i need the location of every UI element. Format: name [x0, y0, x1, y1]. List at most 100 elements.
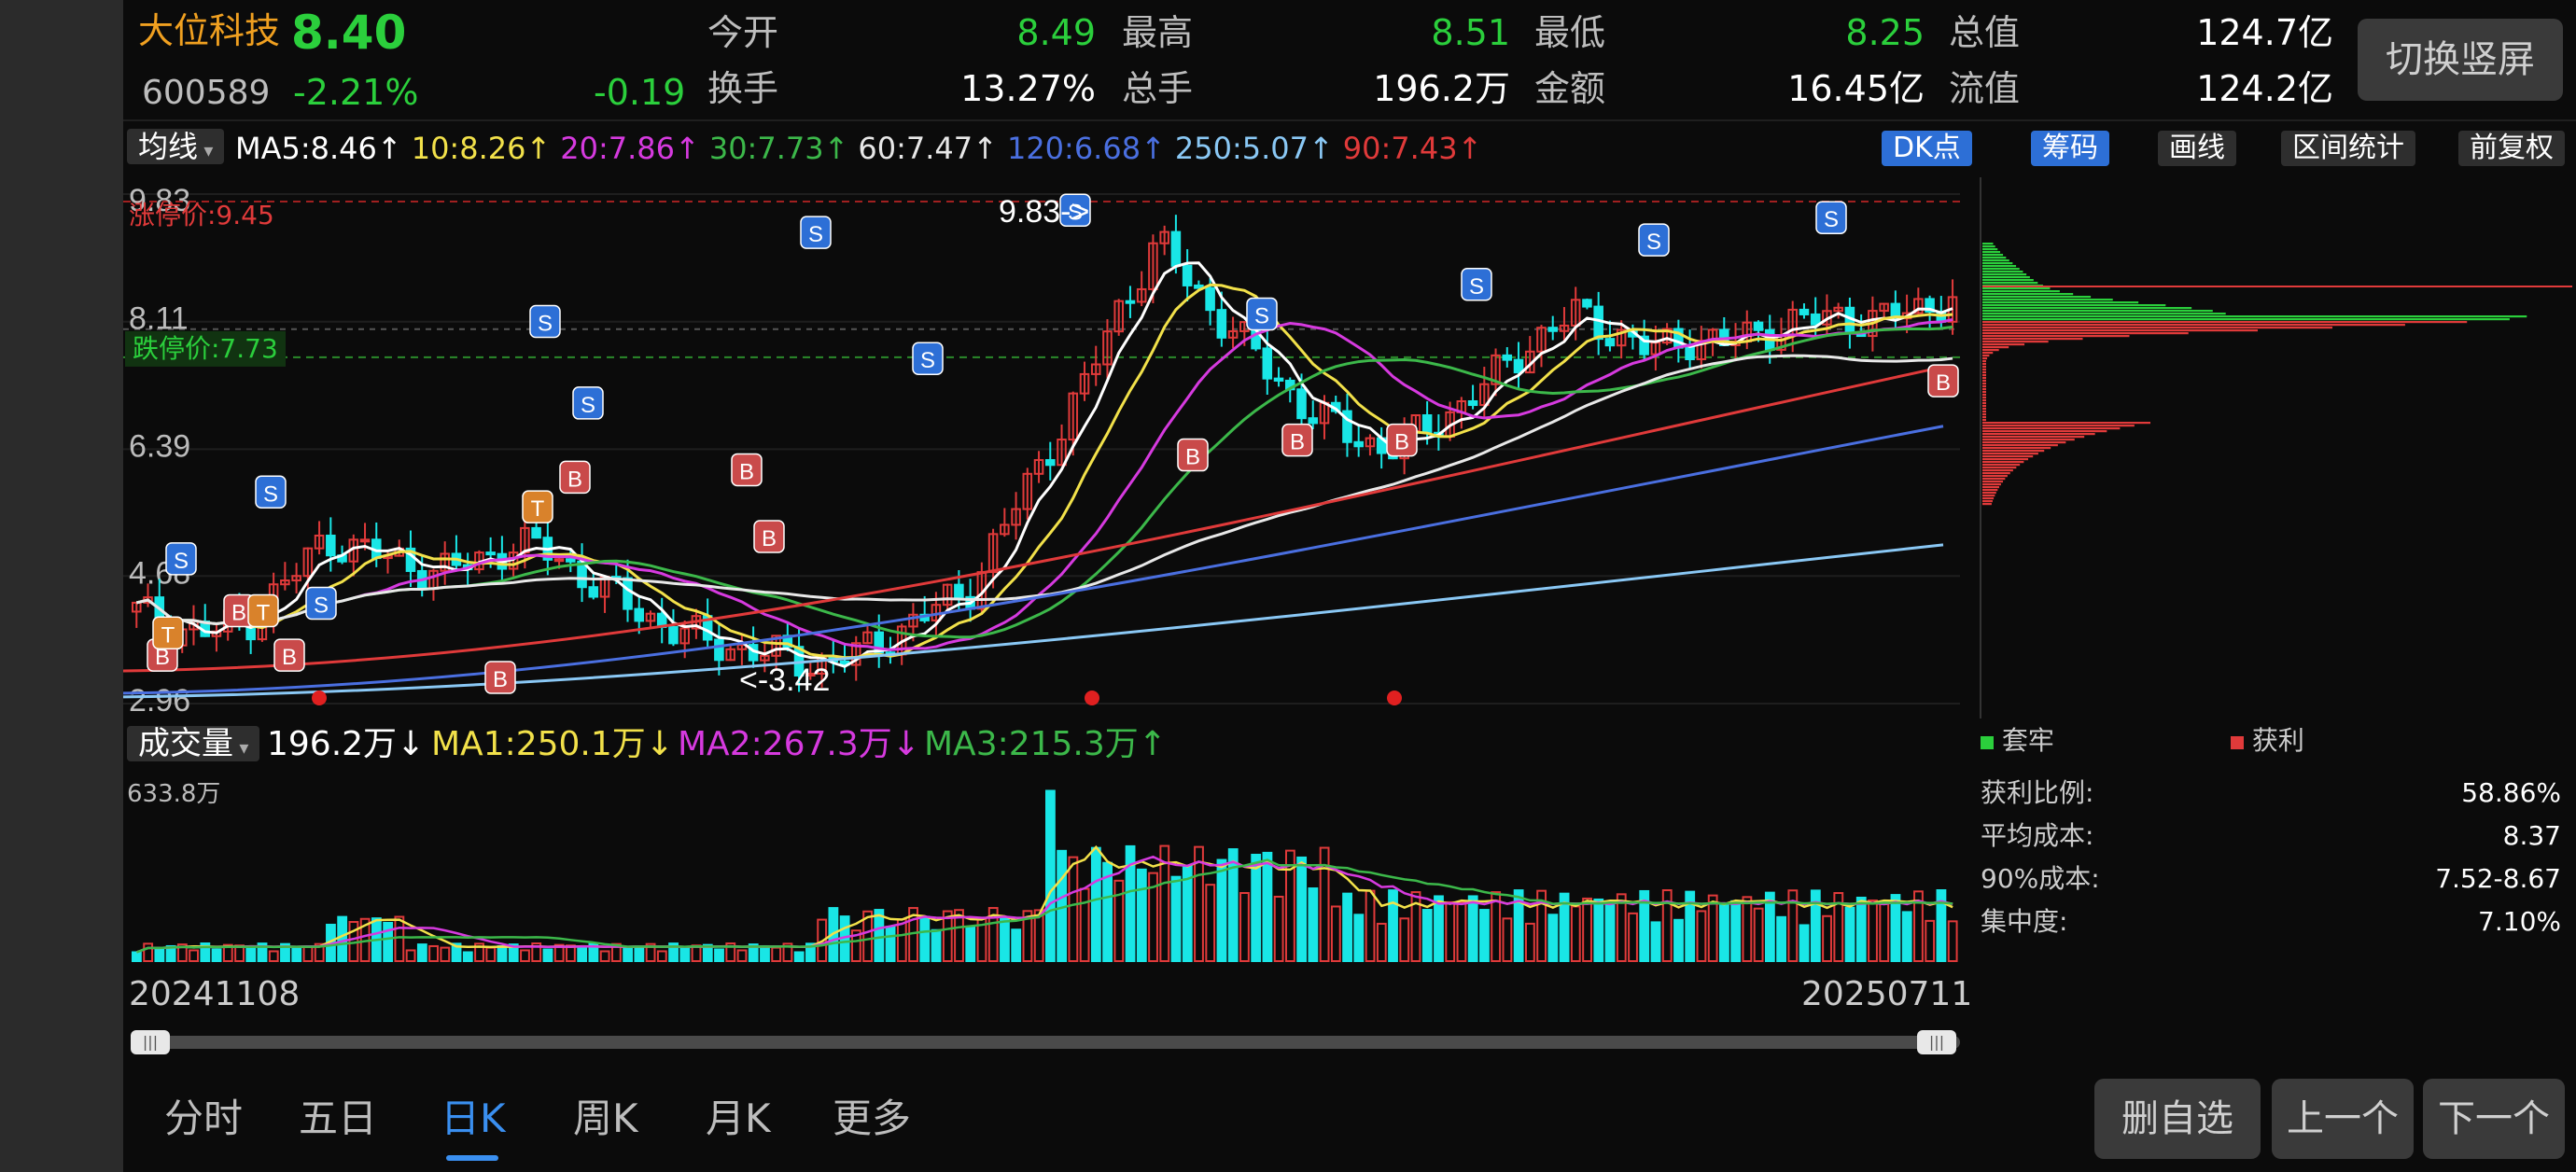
switch-portrait-button[interactable]: 切换竖屏	[2358, 19, 2563, 101]
signal-S-icon[interactable]: S	[800, 216, 832, 249]
signal-S-icon[interactable]: S	[165, 542, 197, 576]
signal-B-icon[interactable]: B	[273, 638, 305, 672]
signal-S-icon[interactable]: S	[305, 586, 337, 621]
signal-T-icon[interactable]: T	[247, 593, 279, 628]
tab-3[interactable]: 周K	[573, 1099, 638, 1138]
volume-bar	[302, 945, 314, 963]
svg-text:B: B	[762, 526, 777, 551]
volume-bar	[394, 915, 405, 962]
chip-bar	[1982, 251, 2001, 254]
signal-T-icon[interactable]: T	[152, 616, 184, 650]
chip-bar	[1982, 293, 2074, 296]
chip-bar	[1982, 436, 2085, 439]
signal-B-icon[interactable]: B	[559, 460, 591, 495]
signal-B-icon[interactable]: B	[1927, 364, 1959, 398]
signal-B-icon[interactable]: B	[753, 520, 785, 553]
limit-down-label: 跌停价:7.73	[133, 333, 278, 364]
candle-body	[1182, 264, 1193, 286]
volume-bar	[714, 948, 724, 962]
chip-bar	[1982, 366, 1986, 369]
range-left-handle[interactable]: |||	[131, 1030, 170, 1054]
signal-B-icon[interactable]: B	[1386, 423, 1418, 457]
candlestick-chart[interactable]: 9.838.116.394.682.96涨停价:9.45跌停价:7.73SSSS…	[123, 172, 1990, 719]
active-tab-underline	[446, 1155, 498, 1161]
tab-2[interactable]: 日K	[441, 1099, 506, 1138]
candle-body	[1593, 305, 1603, 341]
chip-bar	[1982, 455, 2034, 458]
chip-bar	[1982, 360, 1986, 363]
chip-bar	[1982, 441, 2066, 444]
volume-bar	[440, 946, 451, 962]
svg-text:B: B	[493, 667, 508, 692]
stat-value: 13.27%	[960, 68, 1096, 109]
volume-bar	[143, 942, 154, 962]
volume-bar	[1696, 910, 1707, 962]
volume-bar	[1308, 887, 1319, 962]
volume-bar	[542, 948, 553, 962]
volume-dropdown[interactable]: 成交量 ▾	[127, 726, 260, 761]
volume-bar	[1467, 895, 1478, 962]
chart-tool-button[interactable]: DK点	[1882, 131, 1972, 166]
chart-tool-button[interactable]: 筹码	[2031, 131, 2109, 166]
chip-bar	[1982, 472, 2010, 475]
chip-stat-value: 7.52-8.67	[2435, 863, 2561, 894]
chip-bar	[1982, 282, 2038, 285]
chip-stat-value: 8.37	[2502, 820, 2561, 851]
range-right-handle[interactable]: |||	[1917, 1030, 1956, 1054]
svg-text:B: B	[1394, 430, 1409, 455]
signal-B-icon[interactable]: B	[731, 453, 763, 487]
svg-text:S: S	[920, 348, 935, 373]
bottom-button-2[interactable]: 下一个	[2423, 1079, 2565, 1159]
chip-bar	[1982, 500, 1993, 503]
signal-T-icon[interactable]: T	[522, 490, 553, 523]
signal-B-icon[interactable]: B	[1177, 438, 1209, 472]
volume-chart	[132, 789, 1958, 963]
candle-body	[1604, 338, 1616, 347]
profit-swatch-icon	[2231, 736, 2244, 749]
caret-down-icon: ▾	[233, 736, 249, 759]
stat-value: 8.51	[1431, 12, 1510, 53]
chip-bar	[1982, 425, 2135, 427]
chart-tool-button[interactable]: 前复权	[2458, 131, 2565, 166]
tab-1[interactable]: 五日	[299, 1099, 377, 1138]
svg-text:S: S	[538, 311, 553, 336]
svg-text:S: S	[1824, 207, 1839, 232]
volume-bar	[1296, 856, 1308, 962]
chart-tool-button[interactable]: 画线	[2158, 131, 2236, 166]
event-dot	[1387, 691, 1402, 705]
signal-S-icon[interactable]: S	[529, 304, 561, 339]
profit-label: 获利	[2251, 725, 2304, 756]
volume-bar	[1479, 909, 1490, 962]
signal-B-icon[interactable]: B	[484, 661, 516, 694]
signal-S-icon[interactable]: S	[1461, 268, 1492, 301]
chip-bar	[1982, 301, 2139, 304]
stat-label: 最高	[1122, 12, 1194, 53]
chip-bar	[1982, 433, 2095, 436]
chart-tool-button[interactable]: 区间统计	[2281, 131, 2415, 166]
signal-S-icon[interactable]: S	[1638, 223, 1670, 257]
bottom-button-0[interactable]: 删自选	[2094, 1079, 2261, 1159]
signal-S-icon[interactable]: S	[1815, 201, 1847, 234]
ma-line	[135, 318, 1953, 651]
chip-distribution-chart	[1980, 177, 2572, 719]
signal-B-icon[interactable]: B	[1281, 423, 1313, 457]
signal-S-icon[interactable]: S	[1246, 297, 1278, 331]
chip-bar	[1982, 391, 1986, 394]
signal-S-icon[interactable]: S	[572, 386, 604, 420]
tab-4[interactable]: 月K	[706, 1099, 771, 1138]
volume-bar	[1456, 900, 1467, 962]
tab-0[interactable]: 分时	[164, 1099, 243, 1138]
range-scrollbar[interactable]	[131, 1036, 1960, 1049]
chip-bar	[1982, 329, 2258, 332]
svg-text:B: B	[231, 600, 246, 625]
volume-bar	[885, 926, 896, 962]
chip-bar	[1982, 321, 2468, 324]
signal-S-icon[interactable]: S	[912, 342, 944, 375]
bottom-button-1[interactable]: 上一个	[2272, 1079, 2414, 1159]
svg-text:S: S	[1469, 274, 1484, 300]
ma-dropdown[interactable]: 均线 ▾	[127, 129, 225, 164]
tab-5[interactable]: 更多	[833, 1099, 911, 1138]
ma-item: MA5:8.46↑	[235, 131, 402, 166]
signal-S-icon[interactable]: S	[255, 475, 287, 509]
volume-bar	[1901, 911, 1912, 962]
